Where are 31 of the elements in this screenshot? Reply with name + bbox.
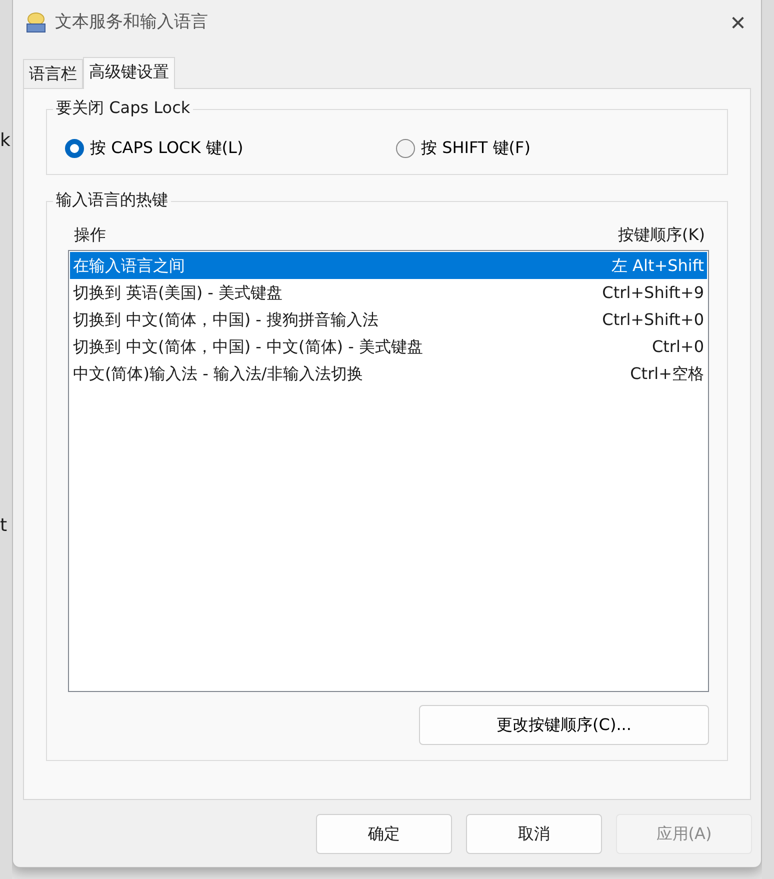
change-key-sequence-button[interactable]: 更改按键顺序(C)... <box>419 705 709 745</box>
column-header[interactable]: 按键顺序(K) <box>618 223 705 247</box>
group-title: 输入语言的热键 <box>53 190 171 211</box>
group-title: 要关闭 Caps Lock <box>53 98 194 119</box>
column-header[interactable]: 操作 <box>74 223 106 247</box>
radio-option[interactable]: 按 SHIFT 键(F) <box>396 132 727 164</box>
list-row[interactable]: 中文(简体)输入法 - 输入法/非输入法切换 Ctrl+空格 <box>70 360 707 387</box>
list-row[interactable]: 切换到 英语(美国) - 美式键盘 Ctrl+Shift+9 <box>70 279 707 306</box>
key-sequence-text: Ctrl+空格 <box>630 362 704 384</box>
action-text: 切换到 中文(简体，中国) - 搜狗拼音输入法 <box>73 308 379 330</box>
keyboard-bubble-icon <box>25 12 47 34</box>
dialog-button[interactable]: 确定 <box>316 814 452 854</box>
action-text: 切换到 英语(美国) - 美式键盘 <box>73 282 283 304</box>
list-row[interactable]: 切换到 中文(简体，中国) - 搜狗拼音输入法 Ctrl+Shift+0 <box>70 306 707 333</box>
list-row[interactable]: 切换到 中文(简体，中国) - 中文(简体) - 美式键盘 Ctrl+0 <box>70 333 707 360</box>
action-text: 中文(简体)输入法 - 输入法/非输入法切换 <box>73 362 363 384</box>
window-title: 文本服务和输入语言 <box>55 10 208 34</box>
key-sequence-text: Ctrl+Shift+9 <box>602 282 704 304</box>
tab[interactable]: 语言栏 <box>23 59 83 88</box>
tab[interactable]: 高级键设置 <box>83 57 175 89</box>
key-sequence-text: 左 Alt+Shift <box>611 254 704 276</box>
close-button[interactable]: ✕ <box>715 0 761 45</box>
action-text: 在输入语言之间 <box>73 254 185 276</box>
radio-option[interactable]: 按 CAPS LOCK 键(L) <box>65 132 396 164</box>
background-text: t <box>0 517 8 535</box>
list-row[interactable]: 在输入语言之间 左 Alt+Shift <box>70 252 707 279</box>
background-text: k <box>0 132 10 150</box>
dialog-button[interactable]: 取消 <box>466 814 602 854</box>
key-sequence-text: Ctrl+0 <box>652 336 704 358</box>
action-text: 切换到 中文(简体，中国) - 中文(简体) - 美式键盘 <box>73 336 423 358</box>
key-sequence-text: Ctrl+Shift+0 <box>602 308 704 330</box>
